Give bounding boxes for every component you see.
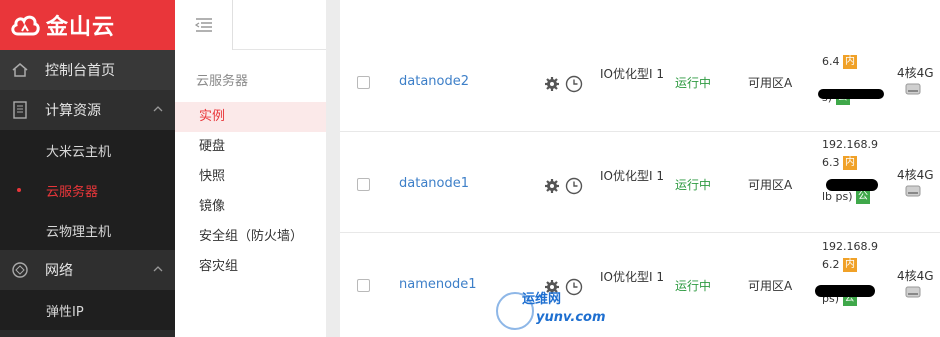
- instance-type: IO优化型I 1: [600, 270, 664, 284]
- table-row: datanode2 IO优化型I 1 运行中 可用区A 6.4 内 s) 公 4…: [340, 31, 940, 132]
- sidebar-item-cloud-server[interactable]: 云服务器: [0, 170, 175, 210]
- sub-navigation: 云服务器 实例 硬盘 快照 镜像 安全组（防火墙） 容灾组: [175, 50, 326, 337]
- disk-icon: [905, 286, 921, 298]
- subnav-item-snapshots[interactable]: 快照: [175, 162, 326, 192]
- instance-spec: 4核4G: [897, 66, 934, 80]
- main-sidebar: 金山云 控制台首页 计算资源 大米云主机 云服务器 云物理主机 网络 弹性IP: [0, 0, 175, 337]
- sidebar-item-physical-host[interactable]: 云物理主机: [0, 210, 175, 250]
- sidebar-item-label: 控制台首页: [45, 63, 115, 79]
- cloud-logo-icon: [11, 15, 40, 36]
- sidebar-item-label: 计算资源: [45, 103, 101, 119]
- ip-suffix: lb ps): [822, 190, 853, 203]
- row-checkbox[interactable]: [357, 178, 370, 191]
- row-checkbox[interactable]: [357, 76, 370, 89]
- chevron-up-icon: [153, 266, 163, 272]
- sidebar-item-compute[interactable]: 计算资源: [0, 90, 175, 130]
- sidebar-item-label: 网络: [45, 263, 73, 279]
- badge-inner: 内: [843, 55, 857, 69]
- subnav-item-images[interactable]: 镜像: [175, 192, 326, 222]
- sidebar-item-network[interactable]: 网络: [0, 250, 175, 290]
- instance-name-link[interactable]: datanode1: [399, 176, 469, 191]
- watermark-line2: yunv.com: [536, 310, 606, 325]
- redaction-scribble: [818, 89, 884, 99]
- table-row: datanode1 IO优化型I 1 运行中 可用区A 192.168.96.3…: [340, 132, 940, 233]
- instance-type: IO优化型I 1: [600, 67, 664, 81]
- badge-inner: 内: [843, 258, 857, 272]
- availability-zone: 可用区A: [748, 76, 793, 90]
- sidebar-item-label: 弹性IP: [46, 304, 84, 320]
- sidebar-item-dami-host[interactable]: 大米云主机: [0, 130, 175, 170]
- availability-zone: 可用区A: [748, 279, 793, 293]
- gear-icon[interactable]: [544, 76, 560, 92]
- status-running: 运行中: [675, 279, 712, 293]
- sidebar-item-label: 大米云主机: [46, 144, 112, 160]
- subnav-item-security-groups[interactable]: 安全组（防火墙）: [175, 222, 326, 252]
- disk-icon: [905, 83, 921, 95]
- active-bullet-icon: [17, 188, 21, 192]
- watermark: 运维网 yunv.com: [496, 286, 606, 334]
- sidebar-item-console-home[interactable]: 控制台首页: [0, 50, 175, 90]
- subnav-item-disks[interactable]: 硬盘: [175, 132, 326, 162]
- watermark-line1: 运维网: [522, 292, 562, 307]
- clock-icon[interactable]: [565, 75, 583, 93]
- sidebar-item-label: 云物理主机: [46, 224, 112, 240]
- instance-name-link[interactable]: namenode1: [399, 277, 477, 292]
- chevron-up-icon: [153, 106, 163, 112]
- badge-inner: 内: [843, 156, 857, 170]
- content-gutter: [326, 0, 340, 337]
- redaction-scribble: [815, 285, 875, 297]
- sidebar-collapse-toggle[interactable]: [175, 0, 233, 50]
- subnav-item-instances[interactable]: 实例: [175, 102, 326, 132]
- ip-address-cell: 192.168.96.2 内 ps) 公: [822, 238, 888, 308]
- home-icon: [10, 60, 30, 80]
- sidebar-item-label: 云服务器: [46, 184, 99, 200]
- instance-spec: 4核4G: [897, 168, 934, 182]
- instance-table: datanode2 IO优化型I 1 运行中 可用区A 6.4 内 s) 公 4…: [340, 0, 940, 337]
- logo-bar[interactable]: 金山云: [0, 0, 175, 50]
- subnav-item-disaster-groups[interactable]: 容灾组: [175, 252, 326, 282]
- table-row: namenode1 IO优化型I 1 运行中 可用区A 192.168.96.2…: [340, 233, 940, 334]
- ip-address-cell: 192.168.96.3 内 lb ps) 公: [822, 136, 888, 206]
- row-checkbox[interactable]: [357, 279, 370, 292]
- sidebar-item-elastic-ip[interactable]: 弹性IP: [0, 290, 175, 330]
- availability-zone: 可用区A: [748, 178, 793, 192]
- status-running: 运行中: [675, 76, 712, 90]
- server-icon: [10, 100, 30, 120]
- top-bar: [233, 0, 326, 50]
- gear-icon[interactable]: [544, 178, 560, 194]
- badge-public: 公: [856, 190, 871, 204]
- clock-icon[interactable]: [565, 177, 583, 195]
- menu-collapse-icon: [194, 18, 212, 32]
- ip-text: 6.4: [822, 55, 840, 68]
- network-icon: [10, 260, 30, 280]
- instance-spec: 4核4G: [897, 269, 934, 283]
- brand-name: 金山云: [46, 15, 116, 40]
- disk-icon: [905, 185, 921, 197]
- redaction-scribble: [826, 179, 878, 191]
- instance-type: IO优化型I 1: [600, 169, 664, 183]
- subnav-title: 云服务器: [196, 74, 249, 89]
- instance-name-link[interactable]: datanode2: [399, 74, 469, 89]
- status-running: 运行中: [675, 178, 712, 192]
